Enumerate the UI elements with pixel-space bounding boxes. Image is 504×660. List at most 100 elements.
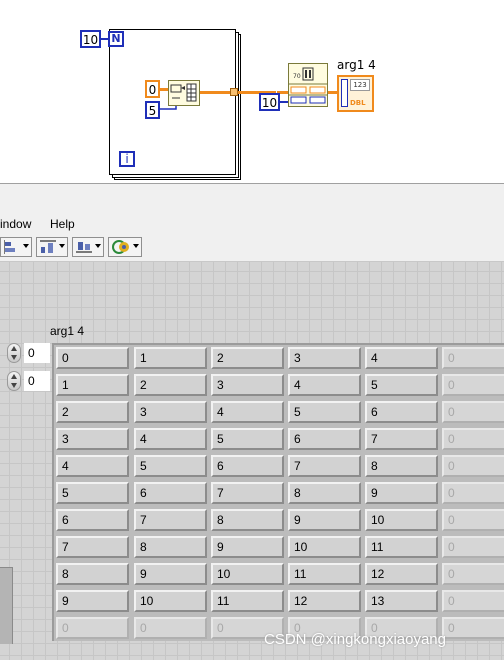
array-cell[interactable]: 1 xyxy=(56,374,129,396)
array-cell[interactable]: 0 xyxy=(442,617,504,639)
array-cell[interactable]: 7 xyxy=(211,482,284,504)
array-cell[interactable]: 0 xyxy=(442,509,504,531)
array-cell[interactable]: 2 xyxy=(134,374,207,396)
array-indicator-terminal[interactable]: 123 DBL xyxy=(337,75,374,112)
array-cell[interactable]: 8 xyxy=(365,455,438,477)
menu-help[interactable]: Help xyxy=(50,217,75,231)
array-cell[interactable]: 0 xyxy=(134,617,207,639)
array-cell[interactable]: 0 xyxy=(442,374,504,396)
array-cell[interactable]: 5 xyxy=(365,374,438,396)
menubar: indow Help xyxy=(0,215,504,234)
array-cell[interactable]: 9 xyxy=(211,536,284,558)
array-cell[interactable]: 0 xyxy=(442,347,504,369)
array-cell[interactable]: 13 xyxy=(365,590,438,612)
toolbar xyxy=(0,234,504,262)
column-index-value[interactable]: 0 xyxy=(24,371,50,391)
array-cell[interactable]: 0 xyxy=(442,563,504,585)
array-cell[interactable]: 4 xyxy=(134,428,207,450)
reorder-button[interactable] xyxy=(108,237,142,257)
align-objects-button[interactable] xyxy=(0,237,32,257)
array-cell[interactable]: 0 xyxy=(442,536,504,558)
align-objects-icon xyxy=(4,240,15,254)
array-cell[interactable]: 3 xyxy=(288,347,361,369)
array-cell[interactable]: 0 xyxy=(442,455,504,477)
array-cell[interactable]: 9 xyxy=(134,563,207,585)
array-cell[interactable]: 4 xyxy=(288,374,361,396)
initialize-array-node[interactable] xyxy=(168,80,200,106)
array-cell[interactable]: 7 xyxy=(288,455,361,477)
resize-objects-icon xyxy=(76,242,92,253)
indicator-label: arg1 4 xyxy=(337,58,376,72)
array-cell[interactable]: 6 xyxy=(211,455,284,477)
array-cell[interactable]: 1 xyxy=(134,347,207,369)
array-cell[interactable]: 12 xyxy=(288,590,361,612)
arrow-up-icon xyxy=(11,346,17,351)
iteration-terminal: i xyxy=(119,151,135,167)
row-index-control[interactable]: 0 xyxy=(7,343,50,363)
array-cell[interactable]: 8 xyxy=(134,536,207,558)
array-cell[interactable]: 9 xyxy=(365,482,438,504)
array-cell[interactable]: 11 xyxy=(288,563,361,585)
row-index-value[interactable]: 0 xyxy=(24,343,50,363)
size-constant[interactable]: 5 xyxy=(145,101,160,119)
array-cell[interactable]: 0 xyxy=(442,401,504,423)
array-cell[interactable]: 6 xyxy=(288,428,361,450)
array-cell[interactable]: 0 xyxy=(442,482,504,504)
array-subset-node[interactable]: 70 xyxy=(288,63,328,107)
array-cell[interactable]: 4 xyxy=(56,455,129,477)
array-cell[interactable]: 6 xyxy=(56,509,129,531)
block-diagram: 10 N i 0 5 10 70 arg1 4 123 DBL xyxy=(0,0,504,183)
menu-window[interactable]: indow xyxy=(0,217,31,231)
array-cell[interactable]: 3 xyxy=(134,401,207,423)
array-cell[interactable]: 4 xyxy=(211,401,284,423)
loop-count-constant[interactable]: 10 xyxy=(80,30,101,48)
array-cell[interactable]: 0 xyxy=(56,617,129,639)
array-cell[interactable]: 5 xyxy=(134,455,207,477)
array-cell[interactable]: 8 xyxy=(56,563,129,585)
array-cell[interactable]: 8 xyxy=(288,482,361,504)
array-cell[interactable]: 2 xyxy=(56,401,129,423)
array-cell[interactable]: 11 xyxy=(211,590,284,612)
array-cell[interactable]: 2 xyxy=(211,347,284,369)
array-cell[interactable]: 8 xyxy=(211,509,284,531)
distribute-objects-button[interactable] xyxy=(36,237,68,257)
array-cell[interactable]: 10 xyxy=(211,563,284,585)
array-cell[interactable]: 12 xyxy=(365,563,438,585)
array-cell[interactable]: 0 xyxy=(442,428,504,450)
array-cell[interactable]: 7 xyxy=(365,428,438,450)
array-cell[interactable]: 5 xyxy=(211,428,284,450)
row-index-spinner[interactable] xyxy=(7,343,21,363)
array-cell[interactable]: 5 xyxy=(56,482,129,504)
array-cell[interactable]: 9 xyxy=(56,590,129,612)
array-cell[interactable]: 7 xyxy=(56,536,129,558)
array-cell[interactable]: 11 xyxy=(365,536,438,558)
indicator-type: DBL xyxy=(350,99,366,107)
array-cell[interactable]: 0 xyxy=(442,590,504,612)
array-cell[interactable]: 5 xyxy=(288,401,361,423)
loop-count-terminal: N xyxy=(108,31,124,47)
index-constant[interactable]: 10 xyxy=(259,93,280,111)
indicator-numeric-header: 123 xyxy=(350,79,370,91)
array-cell[interactable]: 3 xyxy=(56,428,129,450)
resize-objects-button[interactable] xyxy=(72,237,104,257)
panel-left-object xyxy=(0,567,13,644)
array-cell[interactable]: 10 xyxy=(134,590,207,612)
arrow-up-icon xyxy=(11,374,17,379)
loop-output-tunnel xyxy=(230,88,238,96)
array-cell[interactable]: 9 xyxy=(288,509,361,531)
column-index-spinner[interactable] xyxy=(7,371,21,391)
array-cell[interactable]: 10 xyxy=(365,509,438,531)
column-index-control[interactable]: 0 xyxy=(7,371,50,391)
array-cell[interactable]: 0 xyxy=(56,347,129,369)
array-cell[interactable]: 3 xyxy=(211,374,284,396)
arrow-down-icon xyxy=(11,383,17,388)
array-cell[interactable]: 10 xyxy=(288,536,361,558)
window-separator xyxy=(0,183,504,216)
array-cell[interactable]: 6 xyxy=(134,482,207,504)
init-value-constant[interactable]: 0 xyxy=(145,80,160,98)
array-cell[interactable]: 6 xyxy=(365,401,438,423)
array-label: arg1 4 xyxy=(50,324,85,338)
array-cell[interactable]: 7 xyxy=(134,509,207,531)
array-indicator[interactable]: 0123401234502345603456704567805678906789… xyxy=(52,343,504,641)
array-cell[interactable]: 4 xyxy=(365,347,438,369)
